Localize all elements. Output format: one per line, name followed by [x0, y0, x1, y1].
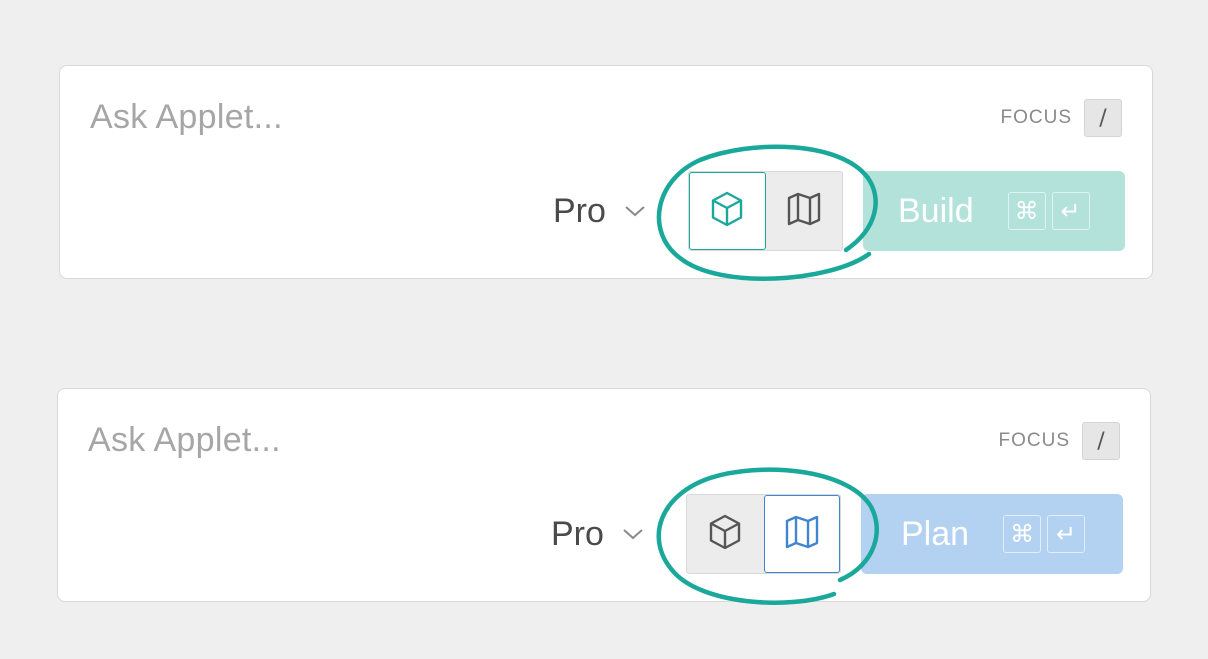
enter-key-icon: ↵ [1051, 192, 1090, 230]
build-button[interactable]: Build ⌘ ↵ [863, 171, 1125, 251]
focus-shortcut-hint: FOCUS / [998, 422, 1120, 460]
prompt-card-build: Ask Applet... FOCUS / Pro Build ⌘ ↵ [59, 65, 1153, 279]
model-select[interactable]: Pro [553, 171, 646, 251]
command-key-icon: ⌘ [1007, 192, 1046, 230]
build-mode-button[interactable] [687, 495, 764, 573]
focus-label: FOCUS [1000, 107, 1072, 128]
map-icon [784, 514, 820, 555]
model-select[interactable]: Pro [551, 494, 644, 574]
focus-key: / [1084, 99, 1122, 137]
model-label: Pro [553, 191, 606, 230]
focus-key: / [1082, 422, 1120, 460]
prompt-input[interactable]: Ask Applet... [90, 98, 283, 137]
focus-shortcut-hint: FOCUS / [1000, 99, 1122, 137]
mode-toggle [688, 171, 843, 251]
cube-icon [710, 191, 744, 232]
enter-key-icon: ↵ [1047, 515, 1086, 553]
map-icon [786, 191, 822, 232]
command-key-icon: ⌘ [1003, 515, 1042, 553]
mode-toggle [686, 494, 841, 574]
plan-button[interactable]: Plan ⌘ ↵ [861, 494, 1123, 574]
plan-button-label: Plan [901, 514, 970, 553]
model-label: Pro [551, 514, 604, 553]
cube-icon [708, 514, 742, 555]
chevron-down-icon [622, 527, 644, 541]
prompt-input[interactable]: Ask Applet... [88, 421, 281, 460]
prompt-card-plan: Ask Applet... FOCUS / Pro Plan ⌘ ↵ [57, 388, 1151, 602]
plan-mode-button[interactable] [766, 172, 843, 250]
plan-mode-button[interactable] [763, 495, 840, 573]
build-mode-button[interactable] [689, 172, 766, 250]
chevron-down-icon [624, 204, 646, 218]
focus-label: FOCUS [998, 430, 1070, 451]
build-button-label: Build [898, 191, 974, 230]
